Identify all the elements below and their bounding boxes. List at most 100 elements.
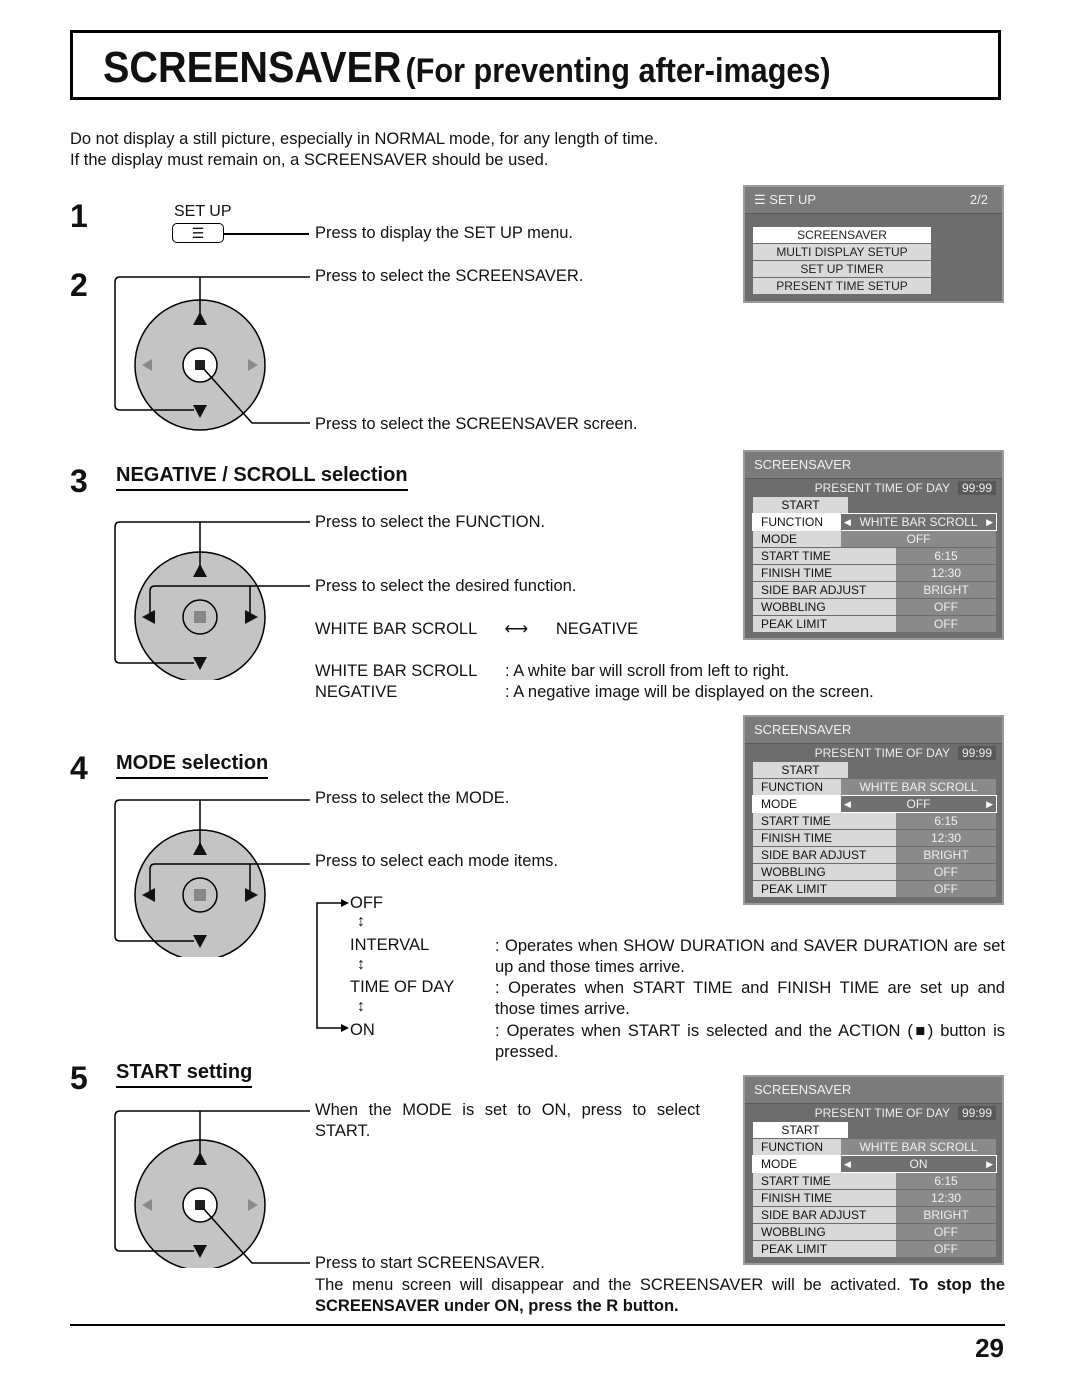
step-number-2: 2 [70,267,88,303]
menu-list-icon: ☰ [754,192,766,207]
osd-screensaver-start: SCREENSAVER PRESENT TIME OF DAY 99:99 STA… [743,1075,1004,1265]
arrow-right-icon[interactable]: ▶ [986,1156,993,1172]
setup-item-multi-display[interactable]: MULTI DISPLAY SETUP [753,244,931,260]
present-time-label: PRESENT TIME OF DAY [814,1106,950,1120]
double-arrow-icon: ⟷ [504,620,529,638]
row-value: OFF [906,797,931,811]
step5-text-action: Press to start SCREENSAVER. [315,1254,545,1272]
title-main: SCREENSAVER [103,43,402,92]
setup-button[interactable]: ☰ [172,223,224,243]
step5-text-up: When the MODE is set to ON, press to sel… [315,1101,700,1140]
arrow-left-icon[interactable]: ◀ [844,1156,851,1172]
remote-dpad-step4[interactable] [110,787,310,957]
row-start-time[interactable]: START TIME 6:15 [753,548,996,564]
row-function[interactable]: FUNCTION WHITE BAR SCROLL [753,1139,996,1155]
mode-time-of-day-desc: : Operates when START TIME and FINISH TI… [495,979,1005,1018]
step4-text-up: Press to select the MODE. [315,789,510,807]
row-label: SIDE BAR ADJUST [753,1207,896,1223]
mode-on: ON [350,1021,375,1039]
intro-line-1: Do not display a still picture, especial… [70,130,659,148]
osd-header: SCREENSAVER [745,1077,1002,1104]
updown-arrow-icon: ↕ [357,913,365,930]
row-mode[interactable]: MODE OFF [753,531,996,547]
row-function[interactable]: FUNCTION ◀ WHITE BAR SCROLL ▶ [752,513,997,531]
mode-interval-desc: : Operates when SHOW DURATION and SAVER … [495,937,1005,976]
present-time-label: PRESENT TIME OF DAY [814,481,950,495]
row-side-bar[interactable]: SIDE BAR ADJUST BRIGHT [753,1207,996,1223]
row-finish-time[interactable]: FINISH TIME 12:30 [753,565,996,581]
row-label: SIDE BAR ADJUST [753,847,896,863]
row-wobbling[interactable]: WOBBLING OFF [753,1224,996,1240]
arrow-right-icon[interactable]: ▶ [986,514,993,530]
remote-dpad-step3[interactable] [110,510,310,680]
present-time-row: PRESENT TIME OF DAY 99:99 [745,479,1002,497]
leader-line [224,233,309,235]
step3-text-up: Press to select the FUNCTION. [315,513,546,531]
row-wobbling[interactable]: WOBBLING OFF [753,864,996,880]
arrow-left-icon[interactable]: ◀ [844,796,851,812]
row-start-time[interactable]: START TIME 6:15 [753,813,996,829]
start-button[interactable]: START [753,1122,848,1138]
row-peak-limit[interactable]: PEAK LIMIT OFF [753,881,996,897]
row-wobbling[interactable]: WOBBLING OFF [753,599,996,615]
row-start-time[interactable]: START TIME 6:15 [753,1173,996,1189]
row-value: 6:15 [896,1173,996,1189]
setup-item-present-time[interactable]: PRESENT TIME SETUP [753,278,931,294]
row-label: SIDE BAR ADJUST [753,582,896,598]
row-finish-time[interactable]: FINISH TIME 12:30 [753,830,996,846]
def-term-white-bar: WHITE BAR SCROLL [315,662,478,680]
row-mode[interactable]: MODE ◀ OFF ▶ [752,795,997,813]
row-value: OFF [896,1224,996,1240]
row-label: MODE [753,531,841,547]
row-side-bar[interactable]: SIDE BAR ADJUST BRIGHT [753,582,996,598]
step1-text: Press to display the SET UP menu. [315,224,574,242]
row-peak-limit[interactable]: PEAK LIMIT OFF [753,1241,996,1257]
title-sub: (For preventing after-images) [405,52,831,90]
step3-heading: NEGATIVE / SCROLL selection [116,464,408,491]
start-button[interactable]: START [753,762,848,778]
intro-line-2: If the display must remain on, a SCREENS… [70,151,549,169]
footer-rule [70,1324,1005,1326]
mode-cycle-diagram [316,899,349,1032]
row-label: WOBBLING [753,599,896,615]
present-time-value: 99:99 [957,481,996,495]
row-value: OFF [896,599,996,615]
action-square-icon [194,889,206,901]
row-value: WHITE BAR SCROLL [841,1139,996,1155]
arrow-right-icon[interactable]: ▶ [986,796,993,812]
present-time-value: 99:99 [957,1106,996,1120]
row-value: OFF [896,1241,996,1257]
function-toggle: WHITE BAR SCROLL ⟷ NEGATIVE [315,619,638,639]
arrow-left-icon[interactable]: ◀ [844,514,851,530]
toggle-b: NEGATIVE [555,620,639,638]
row-peak-limit[interactable]: PEAK LIMIT OFF [753,616,996,632]
row-mode[interactable]: MODE ◀ ON ▶ [752,1155,997,1173]
mode-on-desc: : Operates when START is selected and th… [495,1022,1005,1061]
start-button[interactable]: START [753,497,848,513]
row-value: 12:30 [896,565,996,581]
row-finish-time[interactable]: FINISH TIME 12:30 [753,1190,996,1206]
setup-item-screensaver[interactable]: SCREENSAVER [753,227,931,243]
row-value: ON [909,1157,928,1171]
updown-arrow-icon: ↕ [357,956,365,973]
osd-setup-menu: ☰ SET UP 2/2 SCREENSAVER MULTI DISPLAY S… [743,185,1004,303]
remote-dpad-step2[interactable] [110,265,310,435]
row-label: FUNCTION [753,779,841,795]
step-number-4: 4 [70,750,88,786]
row-value: 12:30 [896,830,996,846]
row-value: BRIGHT [896,582,996,598]
setup-button-label: SET UP [174,203,232,220]
page-number: 29 [975,1333,1004,1363]
row-function[interactable]: FUNCTION WHITE BAR SCROLL [753,779,996,795]
remote-dpad-step5[interactable] [110,1098,310,1268]
row-side-bar[interactable]: SIDE BAR ADJUST BRIGHT [753,847,996,863]
setup-item-timer[interactable]: SET UP TIMER [753,261,931,277]
step5-note: The menu screen will disappear and the S… [315,1275,1005,1317]
row-label: PEAK LIMIT [753,1241,896,1257]
osd-page-indicator: 2/2 [969,192,988,207]
arrow-right-icon [341,1024,349,1032]
row-label: WOBBLING [753,864,896,880]
page-title-box: SCREENSAVER (For preventing after-images… [70,30,1001,100]
row-label: START TIME [753,1173,896,1189]
row-value: OFF [896,616,996,632]
